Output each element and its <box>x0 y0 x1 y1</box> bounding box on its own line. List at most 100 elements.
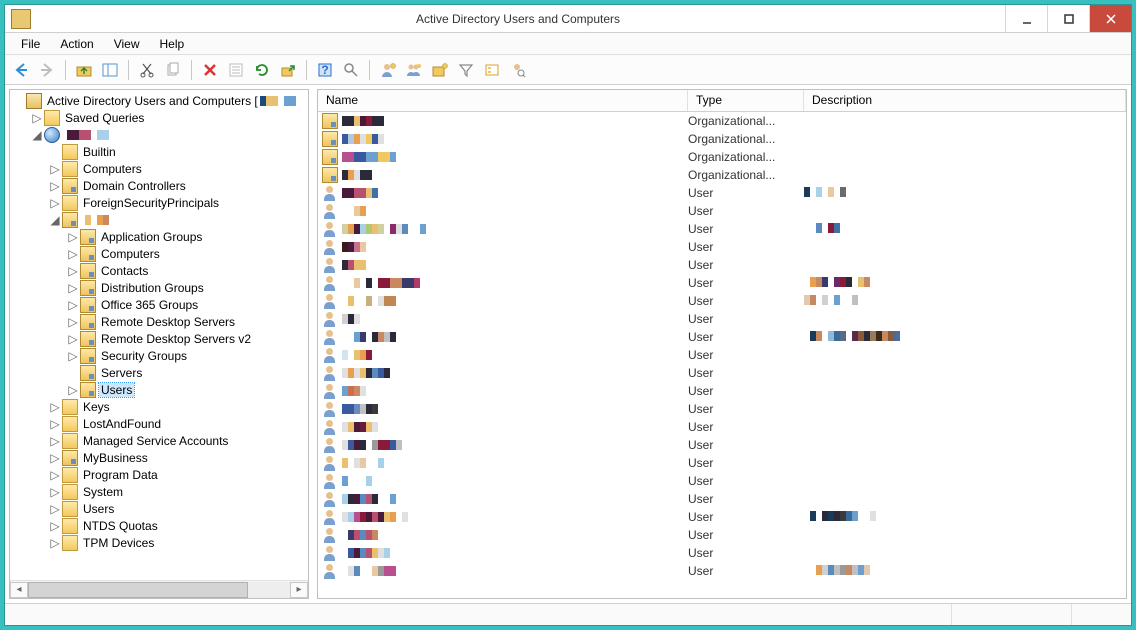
tree-item[interactable]: ▷TPM Devices <box>12 534 306 551</box>
list-row[interactable]: User <box>318 328 1126 346</box>
list-row[interactable]: User <box>318 274 1126 292</box>
expand-icon[interactable]: ▷ <box>48 179 62 193</box>
collapse-icon[interactable]: ◢ <box>48 213 62 227</box>
expand-icon[interactable]: ▷ <box>48 468 62 482</box>
find2-icon[interactable] <box>506 58 530 82</box>
scroll-track[interactable] <box>28 582 290 598</box>
show-pane-icon[interactable] <box>98 58 122 82</box>
tree-item[interactable]: ▷Managed Service Accounts <box>12 432 306 449</box>
expand-icon[interactable]: ▷ <box>66 332 80 346</box>
export-icon[interactable] <box>276 58 300 82</box>
menu-view[interactable]: View <box>106 35 148 53</box>
scroll-left-icon[interactable]: ◂ <box>10 582 28 598</box>
tree-item[interactable]: ▷MyBusiness <box>12 449 306 466</box>
list-row[interactable]: User <box>318 472 1126 490</box>
menu-help[interactable]: Help <box>152 35 193 53</box>
tree-item[interactable]: ▷ForeignSecurityPrincipals <box>12 194 306 211</box>
back-icon[interactable] <box>9 58 33 82</box>
up-icon[interactable] <box>72 58 96 82</box>
expand-icon[interactable]: ▷ <box>48 519 62 533</box>
list-row[interactable]: User <box>318 508 1126 526</box>
list-row[interactable]: User <box>318 490 1126 508</box>
scroll-thumb[interactable] <box>28 582 248 598</box>
tree-view[interactable]: Active Directory Users and Computers [▷S… <box>10 90 308 580</box>
add-group-icon[interactable] <box>402 58 426 82</box>
tree-item[interactable]: ▷Remote Desktop Servers v2 <box>12 330 306 347</box>
tree-item[interactable]: ▷System <box>12 483 306 500</box>
expand-icon[interactable]: ▷ <box>48 485 62 499</box>
tree-item[interactable]: ▷LostAndFound <box>12 415 306 432</box>
list-row[interactable]: Organizational... <box>318 112 1126 130</box>
tree-item[interactable]: ▷Users <box>12 381 306 398</box>
list-row[interactable]: User <box>318 418 1126 436</box>
refresh-icon[interactable] <box>250 58 274 82</box>
tree-item[interactable]: ▷Users <box>12 500 306 517</box>
column-description[interactable]: Description <box>804 90 1126 111</box>
tree-item[interactable]: ▷Security Groups <box>12 347 306 364</box>
list-row[interactable]: User <box>318 364 1126 382</box>
expand-icon[interactable]: ▷ <box>66 298 80 312</box>
properties-icon[interactable] <box>224 58 248 82</box>
expand-icon[interactable]: ▷ <box>48 400 62 414</box>
list-row[interactable]: User <box>318 400 1126 418</box>
column-name[interactable]: Name <box>318 90 688 111</box>
expand-icon[interactable]: ▷ <box>66 349 80 363</box>
tree-item[interactable]: ▷Saved Queries <box>12 109 306 126</box>
list-row[interactable]: User <box>318 202 1126 220</box>
tree-item[interactable]: ▷Computers <box>12 245 306 262</box>
list-row[interactable]: User <box>318 544 1126 562</box>
tree-item[interactable]: ▷NTDS Quotas <box>12 517 306 534</box>
filter-icon[interactable] <box>454 58 478 82</box>
expand-icon[interactable]: ▷ <box>66 247 80 261</box>
list-row[interactable]: User <box>318 220 1126 238</box>
list-row[interactable]: User <box>318 454 1126 472</box>
list-row[interactable]: Organizational... <box>318 130 1126 148</box>
expand-icon[interactable]: ▷ <box>30 111 44 125</box>
list-row[interactable]: User <box>318 436 1126 454</box>
tree-item[interactable]: ▷Office 365 Groups <box>12 296 306 313</box>
tree-item[interactable]: Servers <box>12 364 306 381</box>
list-row[interactable]: Organizational... <box>318 166 1126 184</box>
list-row[interactable]: User <box>318 346 1126 364</box>
expand-icon[interactable]: ▷ <box>48 196 62 210</box>
list-row[interactable]: User <box>318 256 1126 274</box>
list-row[interactable]: User <box>318 292 1126 310</box>
tree-item[interactable]: ▷Computers <box>12 160 306 177</box>
list-row[interactable]: User <box>318 562 1126 580</box>
expand-icon[interactable]: ▷ <box>48 536 62 550</box>
add-user-icon[interactable] <box>376 58 400 82</box>
add-ou-icon[interactable] <box>428 58 452 82</box>
tree-item[interactable]: ▷Domain Controllers <box>12 177 306 194</box>
tree-item[interactable]: ▷Program Data <box>12 466 306 483</box>
tree-item[interactable]: Builtin <box>12 143 306 160</box>
list-row[interactable]: Organizational... <box>318 148 1126 166</box>
help-icon[interactable]: ? <box>313 58 337 82</box>
list-body[interactable]: Organizational...Organizational...Organi… <box>318 112 1126 598</box>
expand-icon[interactable]: ▷ <box>66 315 80 329</box>
expand-icon[interactable]: ▷ <box>66 230 80 244</box>
tree-item[interactable]: ▷Remote Desktop Servers <box>12 313 306 330</box>
list-row[interactable]: User <box>318 238 1126 256</box>
maximize-button[interactable] <box>1047 5 1089 32</box>
expand-icon[interactable]: ▷ <box>48 502 62 516</box>
menu-file[interactable]: File <box>13 35 48 53</box>
find-icon[interactable] <box>339 58 363 82</box>
tree-item[interactable]: ▷Distribution Groups <box>12 279 306 296</box>
list-row[interactable]: User <box>318 382 1126 400</box>
cut-icon[interactable] <box>135 58 159 82</box>
copy-icon[interactable] <box>161 58 185 82</box>
tree-item[interactable]: ◢ <box>12 211 306 228</box>
forward-icon[interactable] <box>35 58 59 82</box>
list-row[interactable]: User <box>318 310 1126 328</box>
tree-item[interactable]: ▷Keys <box>12 398 306 415</box>
expand-icon[interactable]: ▷ <box>48 434 62 448</box>
minimize-button[interactable] <box>1005 5 1047 32</box>
tree-item[interactable]: ◢ <box>12 126 306 143</box>
adv-icon[interactable] <box>480 58 504 82</box>
expand-icon[interactable]: ▷ <box>66 281 80 295</box>
tree-horizontal-scrollbar[interactable]: ◂ ▸ <box>10 580 308 598</box>
close-button[interactable] <box>1089 5 1131 32</box>
tree-item[interactable]: ▷Application Groups <box>12 228 306 245</box>
tree-item[interactable]: ▷Contacts <box>12 262 306 279</box>
list-row[interactable]: User <box>318 184 1126 202</box>
